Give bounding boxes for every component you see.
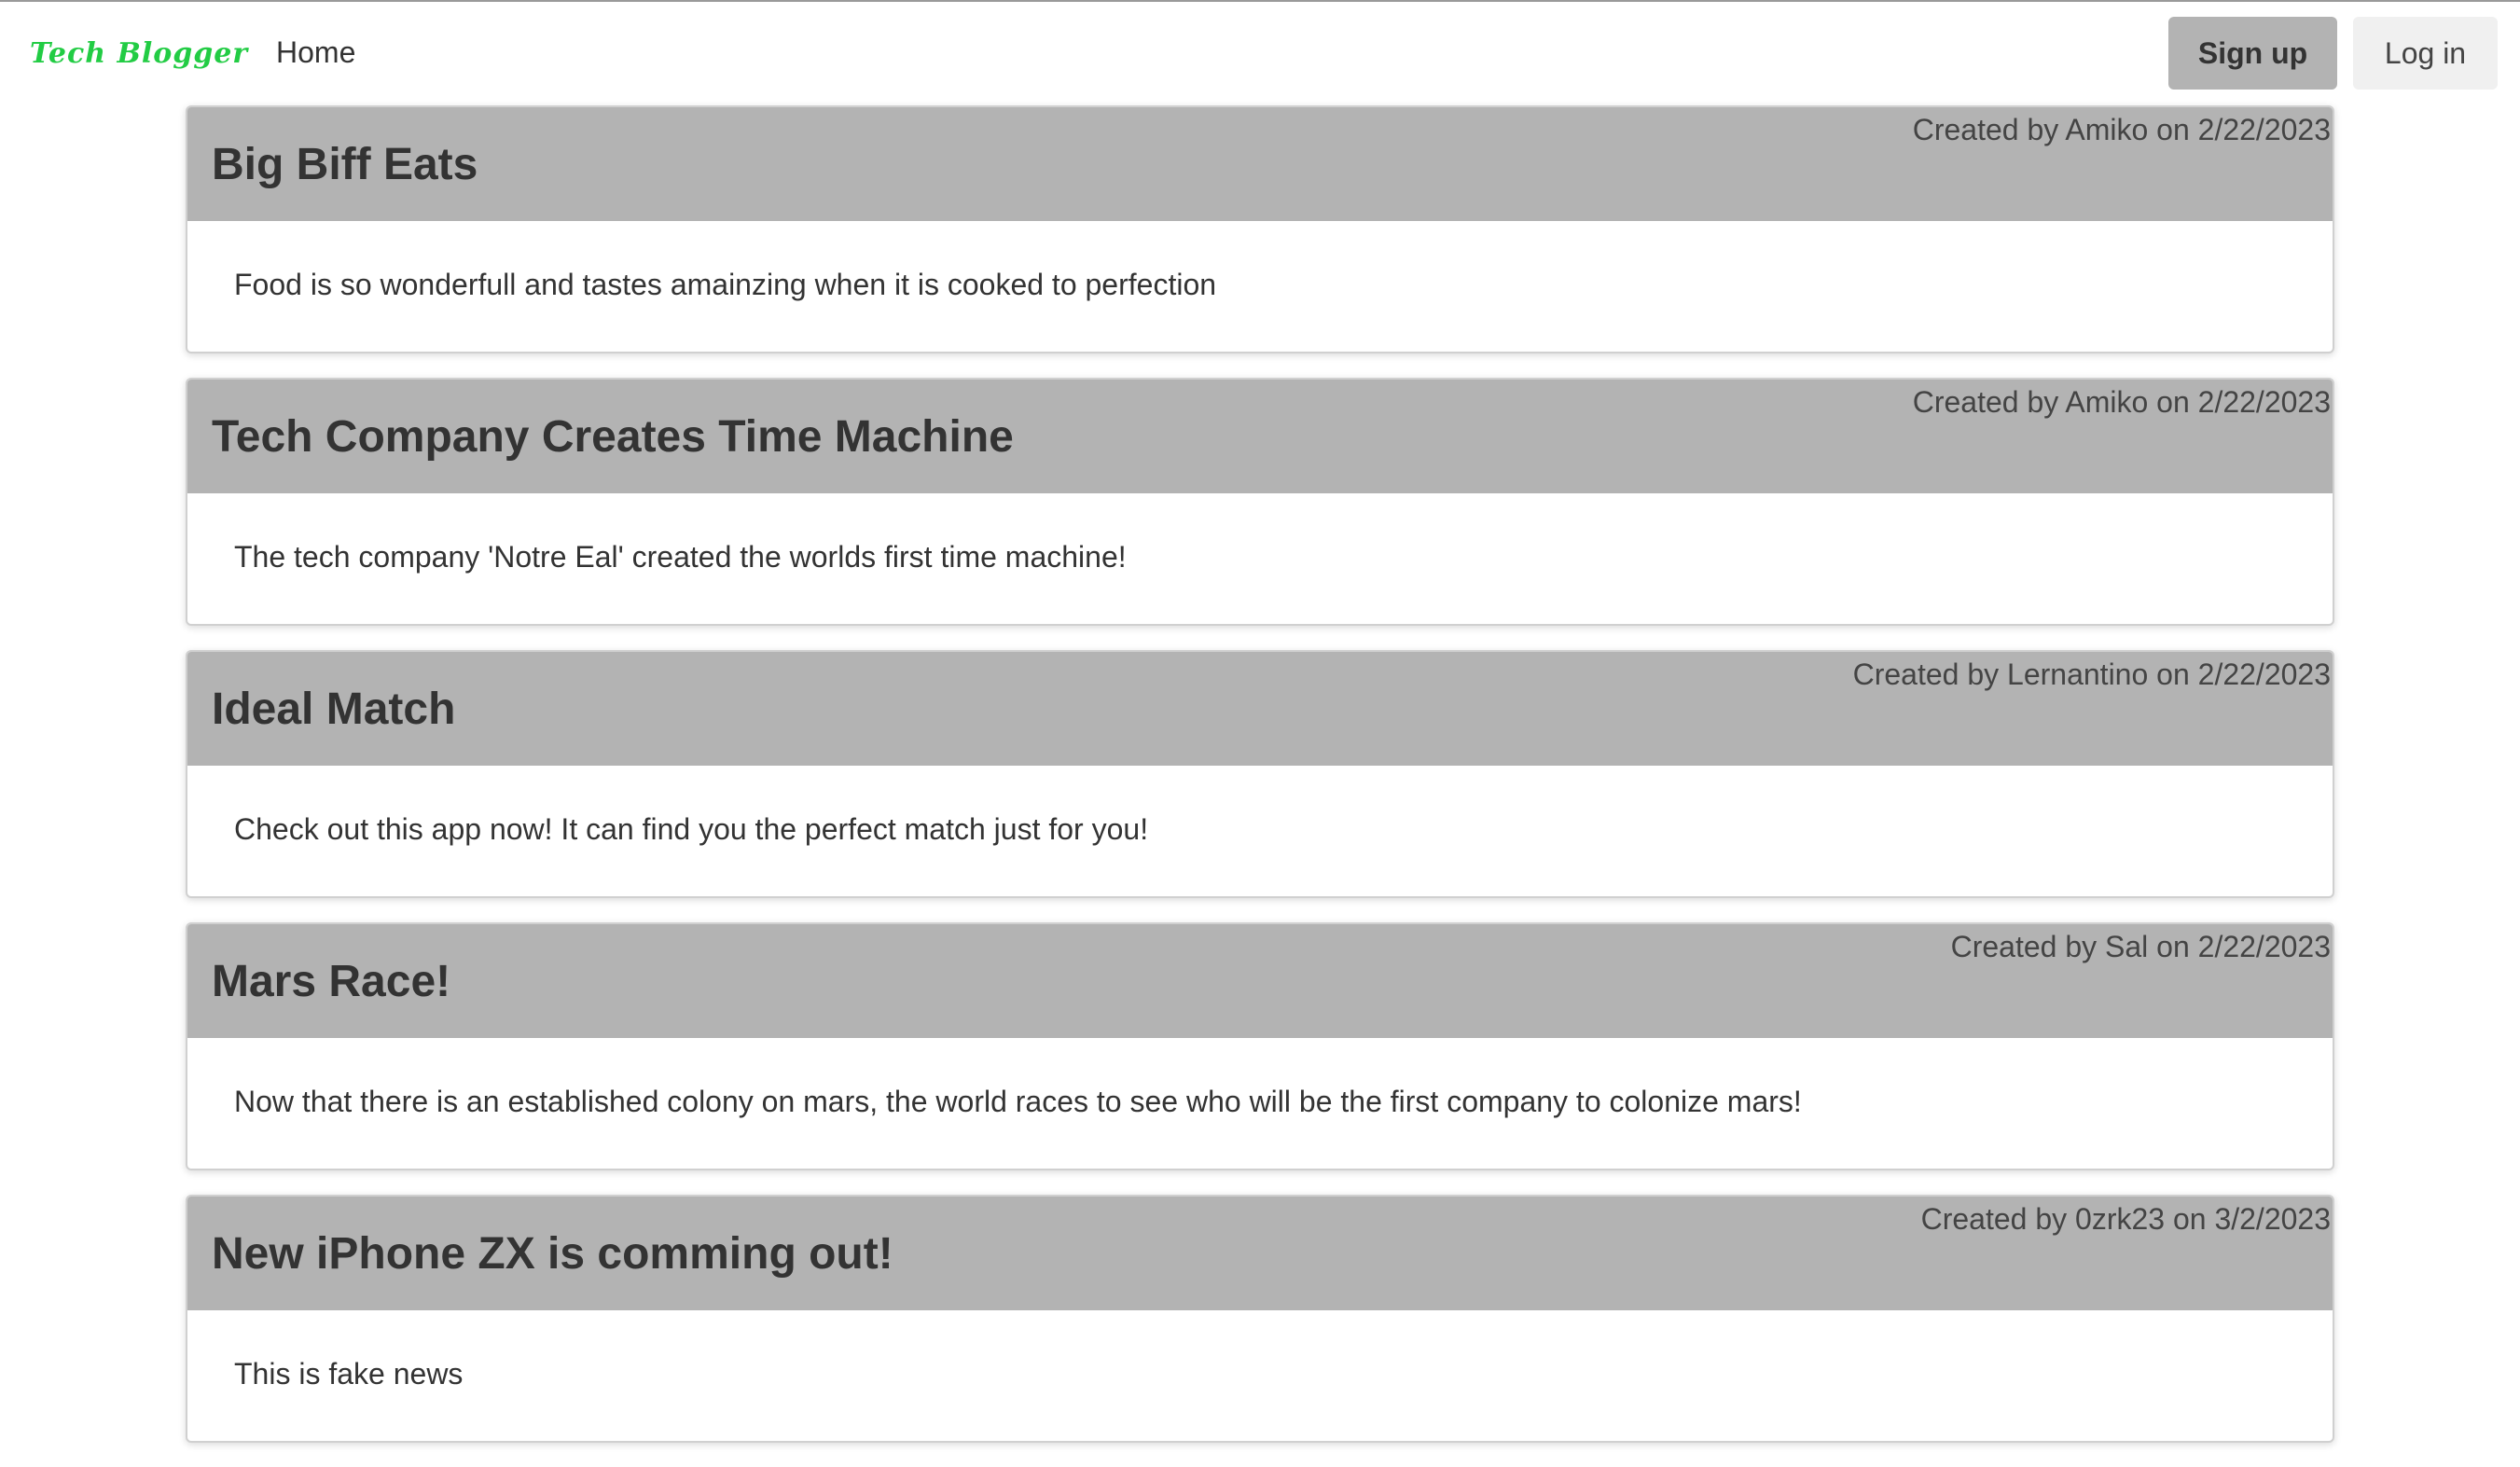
post-header: Ideal Match Created by Lernantino on 2/2… <box>187 652 2333 766</box>
post-header: Mars Race! Created by Sal on 2/22/2023 <box>187 924 2333 1038</box>
login-button[interactable]: Log in <box>2353 17 2498 90</box>
post-body: The tech company 'Notre Eal' created the… <box>234 540 1127 574</box>
post-body: This is fake news <box>234 1357 464 1391</box>
post-meta: Created by Sal on 2/22/2023 <box>1950 930 2331 963</box>
post-list: Big Biff Eats Created by Amiko on 2/22/2… <box>186 105 2334 1467</box>
post-body: Now that there is an established colony … <box>234 1085 1802 1118</box>
post-meta: Created by Lernantino on 2/22/2023 <box>1852 657 2331 691</box>
brand-logo-link[interactable]: Tech Blogger <box>30 37 248 70</box>
post-header: New iPhone ZX is comming out! Created by… <box>187 1197 2333 1310</box>
post-title[interactable]: Tech Company Creates Time Machine <box>212 411 1014 463</box>
post-card[interactable]: New iPhone ZX is comming out! Created by… <box>186 1195 2334 1443</box>
post-card[interactable]: Tech Company Creates Time Machine Create… <box>186 378 2334 626</box>
post-header: Big Biff Eats Created by Amiko on 2/22/2… <box>187 107 2333 221</box>
post-meta: Created by 0zrk23 on 3/2/2023 <box>1920 1202 2331 1236</box>
nav-home-link[interactable]: Home <box>276 35 355 70</box>
post-title[interactable]: New iPhone ZX is comming out! <box>212 1228 893 1280</box>
signup-button[interactable]: Sign up <box>2168 17 2337 90</box>
post-body: Food is so wonderfull and tastes amainzi… <box>234 268 1217 301</box>
navbar: Tech Blogger Home Sign up Log in <box>0 2 2520 104</box>
post-header: Tech Company Creates Time Machine Create… <box>187 380 2333 493</box>
post-title[interactable]: Ideal Match <box>212 684 455 735</box>
post-meta: Created by Amiko on 2/22/2023 <box>1912 113 2331 146</box>
post-card[interactable]: Ideal Match Created by Lernantino on 2/2… <box>186 650 2334 898</box>
post-body: Check out this app now! It can find you … <box>234 812 1149 846</box>
post-card[interactable]: Mars Race! Created by Sal on 2/22/2023 N… <box>186 922 2334 1170</box>
post-title[interactable]: Big Biff Eats <box>212 139 478 190</box>
post-title[interactable]: Mars Race! <box>212 956 450 1007</box>
post-meta: Created by Amiko on 2/22/2023 <box>1912 385 2331 419</box>
post-card[interactable]: Big Biff Eats Created by Amiko on 2/22/2… <box>186 105 2334 353</box>
